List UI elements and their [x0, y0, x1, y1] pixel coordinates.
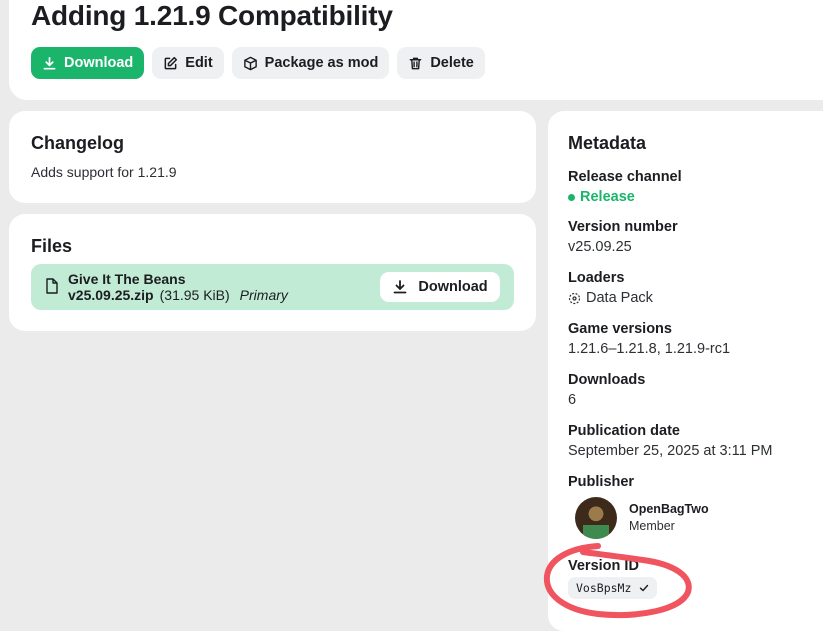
files-card: Files Give It The Beans v25.09.25.zip (31… — [9, 214, 536, 331]
version-id-label: Version ID — [568, 558, 639, 574]
delete-button[interactable]: Delete — [397, 47, 485, 79]
metadata-title: Metadata — [568, 133, 647, 153]
file-name-line1: Give It The Beans — [68, 271, 186, 287]
trash-icon — [409, 57, 422, 69]
publisher-label: Publisher — [568, 474, 635, 490]
files-title: Files — [31, 236, 73, 256]
file-name: Give It The Beans v25.09.25.zip (31.95 Ki… — [68, 271, 288, 303]
downloads-label: Downloads — [568, 372, 646, 388]
download-button-label: Download — [64, 55, 134, 71]
release-channel-text: Release — [580, 189, 635, 205]
changelog-card: Changelog Adds support for 1.21.9 — [9, 111, 536, 203]
publisher-name[interactable]: OpenBagTwo — [629, 502, 709, 516]
package-as-mod-label: Package as mod — [264, 55, 379, 71]
header-actions: Download Edit Package as mod Delete — [31, 47, 485, 79]
file-download-button[interactable]: Download — [380, 272, 500, 302]
download-icon — [393, 280, 407, 294]
file-name-line2: v25.09.25.zip — [68, 287, 154, 303]
check-icon — [640, 584, 649, 592]
loaders-label: Loaders — [568, 270, 625, 286]
publication-date-label: Publication date — [568, 423, 680, 439]
downloads-value: 6 — [568, 392, 577, 408]
package-as-mod-button[interactable]: Package as mod — [231, 47, 390, 79]
changelog-title: Changelog — [31, 133, 124, 153]
version-id-value: VosBpsMz — [576, 581, 632, 595]
box-icon — [243, 56, 257, 70]
edit-button[interactable]: Edit — [152, 47, 224, 79]
download-icon — [43, 56, 56, 69]
publication-date-value: September 25, 2025 at 3:11 PM — [568, 443, 773, 459]
game-versions-label: Game versions — [568, 321, 672, 337]
publisher-avatar[interactable] — [575, 497, 617, 539]
game-versions-value: 1.21.6–1.21.8, 1.21.9-rc1 — [568, 341, 731, 357]
loaders-text: Data Pack — [586, 290, 653, 306]
release-channel-label: Release channel — [568, 169, 682, 185]
metadata-card: Metadata Release channel Release Version… — [548, 111, 823, 631]
version-number-label: Version number — [568, 219, 678, 235]
file-download-label: Download — [418, 279, 488, 295]
file-icon — [46, 278, 58, 294]
delete-button-label: Delete — [430, 55, 474, 71]
datapack-icon — [568, 292, 581, 304]
file-row: Give It The Beans v25.09.25.zip (31.95 Ki… — [31, 264, 514, 310]
file-size: (31.95 KiB) — [159, 287, 230, 303]
publisher-role: Member — [629, 519, 675, 533]
edit-icon — [164, 56, 178, 69]
version-number-value: v25.09.25 — [568, 239, 632, 255]
changelog-text: Adds support for 1.21.9 — [31, 164, 177, 180]
download-button[interactable]: Download — [31, 47, 145, 79]
release-dot-icon — [568, 193, 575, 201]
version-id-copy[interactable]: VosBpsMz — [568, 577, 658, 599]
loaders-value: Data Pack — [568, 290, 653, 306]
release-channel-value: Release — [568, 189, 635, 205]
file-name-line2-row: v25.09.25.zip (31.95 KiB) Primary — [68, 287, 288, 303]
page-title: Adding 1.21.9 Compatibility — [31, 0, 393, 31]
primary-tag: Primary — [239, 287, 288, 303]
edit-button-label: Edit — [185, 55, 213, 71]
